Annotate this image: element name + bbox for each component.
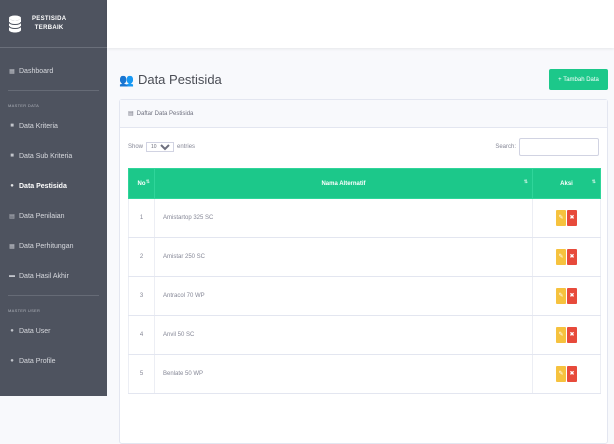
sort-icon: ⇅: [146, 179, 150, 185]
sidebar-item-kriteria[interactable]: ■ Data Kriteria: [0, 111, 107, 141]
topbar: [107, 0, 614, 48]
cell-aksi: ✎✖: [533, 199, 601, 238]
search-control: Search:: [495, 138, 599, 156]
sidebar: PESTISIDA TERBAIK ▦ Dashboard MASTER DAT…: [0, 0, 107, 396]
card-header: ▤ Daftar Data Pestisida: [120, 100, 607, 128]
sidebar-divider: [8, 90, 99, 91]
search-label: Search:: [495, 144, 516, 150]
users-icon: 👥: [119, 73, 134, 87]
edit-button[interactable]: ✎: [556, 249, 566, 265]
sidebar-item-label: Data Penilaian: [19, 213, 65, 220]
sidebar-item-label: Data Hasil Akhir: [19, 273, 69, 280]
edit-button[interactable]: ✎: [556, 210, 566, 226]
delete-button[interactable]: ✖: [567, 327, 577, 343]
cell-no: 4: [129, 316, 155, 355]
table-row: 3 Antracol 70 WP ✎✖: [129, 277, 601, 316]
card-header-text: Daftar Data Pestisida: [137, 111, 194, 117]
sort-icon: ⇅: [524, 179, 528, 185]
sidebar-heading-master-user: MASTER USER: [0, 300, 107, 316]
edit-icon: ▤: [8, 213, 16, 220]
edit-button[interactable]: ✎: [556, 288, 566, 304]
cell-no: 5: [129, 355, 155, 394]
table-row: 2 Amistar 250 SC ✎✖: [129, 238, 601, 277]
table-header-row: No⇅ Nama Alternatif⇅ Aksi⇅: [129, 169, 601, 199]
edit-button[interactable]: ✎: [556, 327, 566, 343]
entries-select[interactable]: 10: [146, 142, 174, 152]
cell-aksi: ✎✖: [533, 355, 601, 394]
sidebar-divider: [8, 295, 99, 296]
cell-nama: Amistartop 325 SC: [155, 199, 533, 238]
sidebar-item-profile[interactable]: ● Data Profile: [0, 346, 107, 376]
sidebar-item-label: Dashboard: [19, 68, 53, 75]
column-header-no[interactable]: No⇅: [129, 169, 155, 199]
cubes-icon: ■: [8, 153, 16, 159]
delete-button[interactable]: ✖: [567, 366, 577, 382]
sidebar-item-label: Data Sub Kriteria: [19, 153, 72, 160]
edit-button[interactable]: ✎: [556, 366, 566, 382]
users-icon: ●: [8, 183, 16, 189]
brand-line2: TERBAIK: [32, 24, 66, 33]
sidebar-brand[interactable]: PESTISIDA TERBAIK: [0, 0, 107, 48]
sidebar-item-user[interactable]: ● Data User: [0, 316, 107, 346]
cell-nama: Antracol 70 WP: [155, 277, 533, 316]
delete-button[interactable]: ✖: [567, 288, 577, 304]
length-control: Show 10 entries: [128, 142, 195, 152]
chart-icon: ▬: [8, 273, 16, 279]
dashboard-icon: ▦: [8, 68, 16, 75]
sidebar-item-sub-kriteria[interactable]: ■ Data Sub Kriteria: [0, 141, 107, 171]
cell-no: 1: [129, 199, 155, 238]
cell-nama: Anvil 50 SC: [155, 316, 533, 355]
main-content: 👥 Data Pestisida + Tambah Data ▤ Daftar …: [107, 48, 614, 396]
sidebar-item-label: Data User: [19, 328, 51, 335]
table-controls: Show 10 entries Search:: [128, 138, 599, 156]
page-title: 👥 Data Pestisida: [119, 72, 222, 87]
cell-no: 3: [129, 277, 155, 316]
table-row: 5 Benlate 50 WP ✎✖: [129, 355, 601, 394]
table-icon: ▤: [128, 110, 134, 117]
sidebar-heading-master-data: MASTER DATA: [0, 95, 107, 111]
add-data-button[interactable]: + Tambah Data: [549, 69, 608, 90]
sidebar-item-label: Data Kriteria: [19, 123, 58, 130]
table-row: 4 Anvil 50 SC ✎✖: [129, 316, 601, 355]
sidebar-item-label: Data Perhitungan: [19, 243, 73, 250]
table-row: 1 Amistartop 325 SC ✎✖: [129, 199, 601, 238]
sidebar-item-penilaian[interactable]: ▤ Data Penilaian: [0, 201, 107, 231]
calculator-icon: ▦: [8, 243, 16, 250]
page-title-text: Data Pestisida: [138, 72, 222, 87]
column-header-aksi[interactable]: Aksi⇅: [533, 169, 601, 199]
delete-button[interactable]: ✖: [567, 210, 577, 226]
sidebar-item-dashboard[interactable]: ▦ Dashboard: [0, 56, 107, 86]
sidebar-item-pestisida[interactable]: ● Data Pestisida: [0, 171, 107, 201]
search-input[interactable]: [519, 138, 599, 156]
cell-nama: Benlate 50 WP: [155, 355, 533, 394]
database-icon: [8, 15, 22, 33]
sort-icon: ⇅: [592, 179, 596, 185]
sidebar-item-hasil-akhir[interactable]: ▬ Data Hasil Akhir: [0, 261, 107, 291]
sidebar-item-label: Data Pestisida: [19, 183, 67, 190]
entries-label: entries: [177, 144, 195, 150]
sidebar-item-label: Data Profile: [19, 358, 56, 365]
cell-aksi: ✎✖: [533, 316, 601, 355]
sidebar-item-perhitungan[interactable]: ▦ Data Perhitungan: [0, 231, 107, 261]
cell-aksi: ✎✖: [533, 238, 601, 277]
cell-nama: Amistar 250 SC: [155, 238, 533, 277]
column-header-nama[interactable]: Nama Alternatif⇅: [155, 169, 533, 199]
user-icon: ●: [8, 358, 16, 364]
delete-button[interactable]: ✖: [567, 249, 577, 265]
cube-icon: ■: [8, 123, 16, 129]
show-label: Show: [128, 144, 143, 150]
brand-line1: PESTISIDA: [32, 15, 66, 24]
user-icon: ●: [8, 328, 16, 334]
cell-aksi: ✎✖: [533, 277, 601, 316]
data-table: No⇅ Nama Alternatif⇅ Aksi⇅ 1 Amistartop …: [128, 168, 601, 394]
cell-no: 2: [129, 238, 155, 277]
data-card: ▤ Daftar Data Pestisida Show 10 entries …: [119, 99, 608, 444]
